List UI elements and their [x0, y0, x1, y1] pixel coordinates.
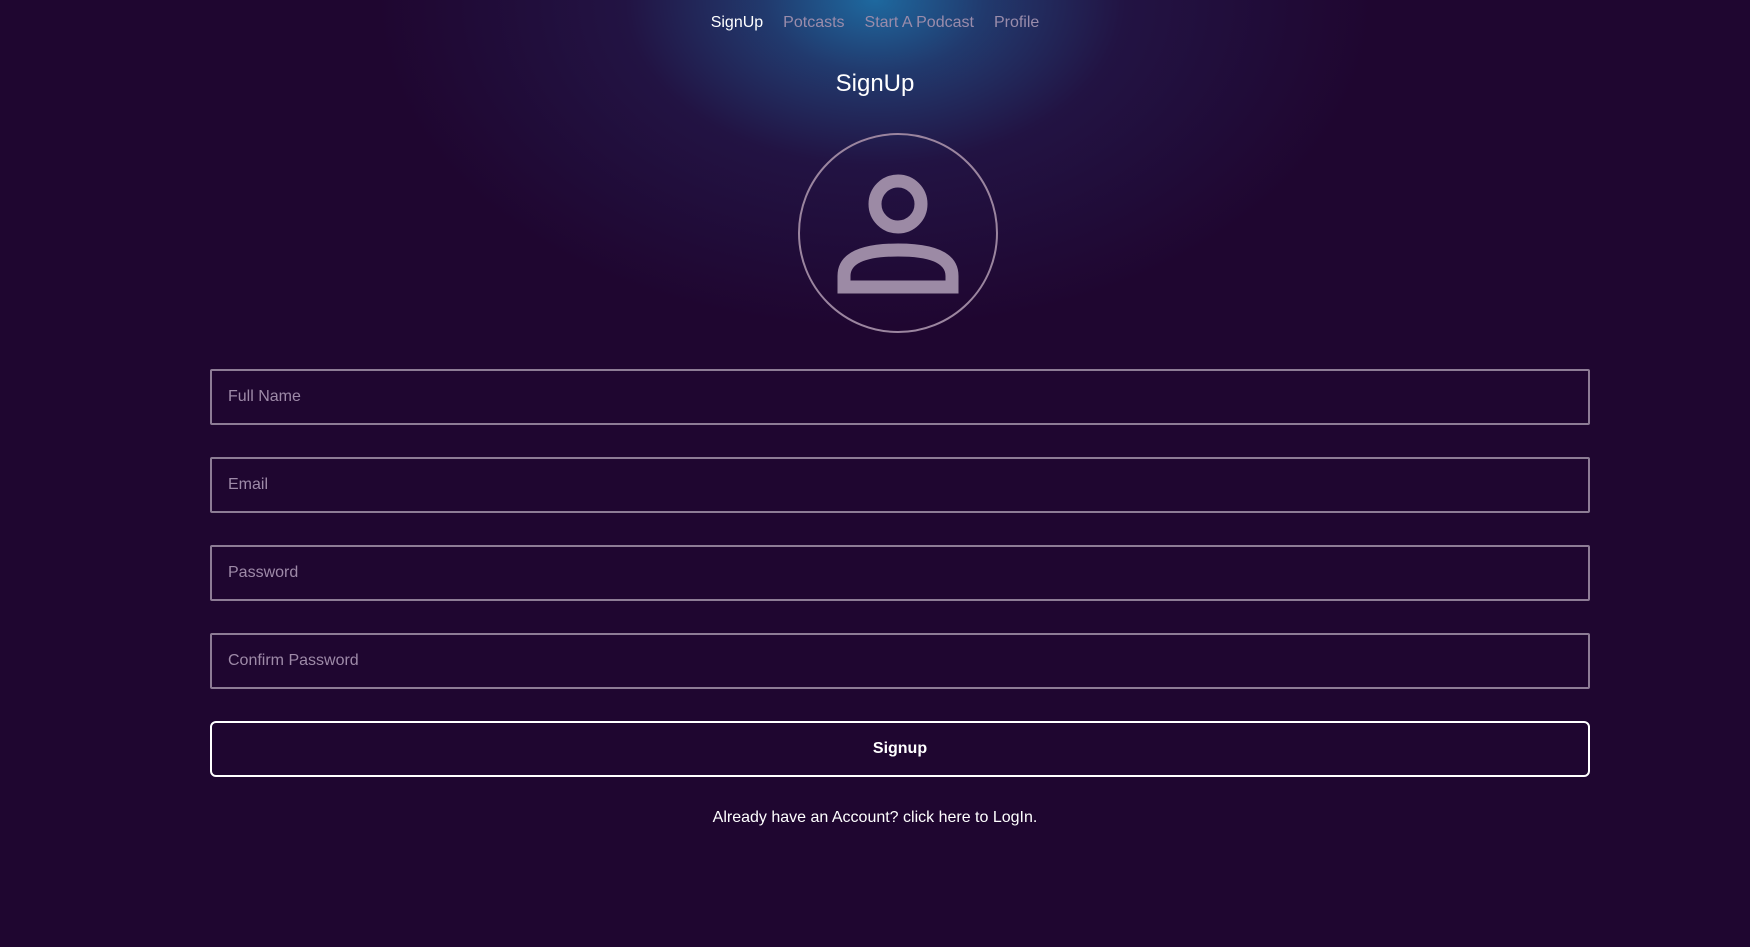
- confirm-password-input[interactable]: [210, 633, 1590, 689]
- full-name-input[interactable]: [210, 369, 1590, 425]
- user-icon: [837, 174, 959, 294]
- login-link[interactable]: Already have an Account? click here to L…: [0, 809, 1750, 827]
- email-input[interactable]: [210, 457, 1590, 513]
- nav-item-potcasts[interactable]: Potcasts: [783, 14, 844, 32]
- nav-item-profile[interactable]: Profile: [994, 14, 1039, 32]
- signup-button[interactable]: Signup: [210, 721, 1590, 777]
- avatar-upload[interactable]: [798, 133, 998, 333]
- password-input[interactable]: [210, 545, 1590, 601]
- page-title: SignUp: [835, 70, 915, 97]
- nav-item-signup[interactable]: SignUp: [711, 14, 763, 32]
- top-nav: SignUp Potcasts Start A Podcast Profile: [0, 0, 1750, 46]
- nav-item-start-a-podcast[interactable]: Start A Podcast: [865, 14, 974, 32]
